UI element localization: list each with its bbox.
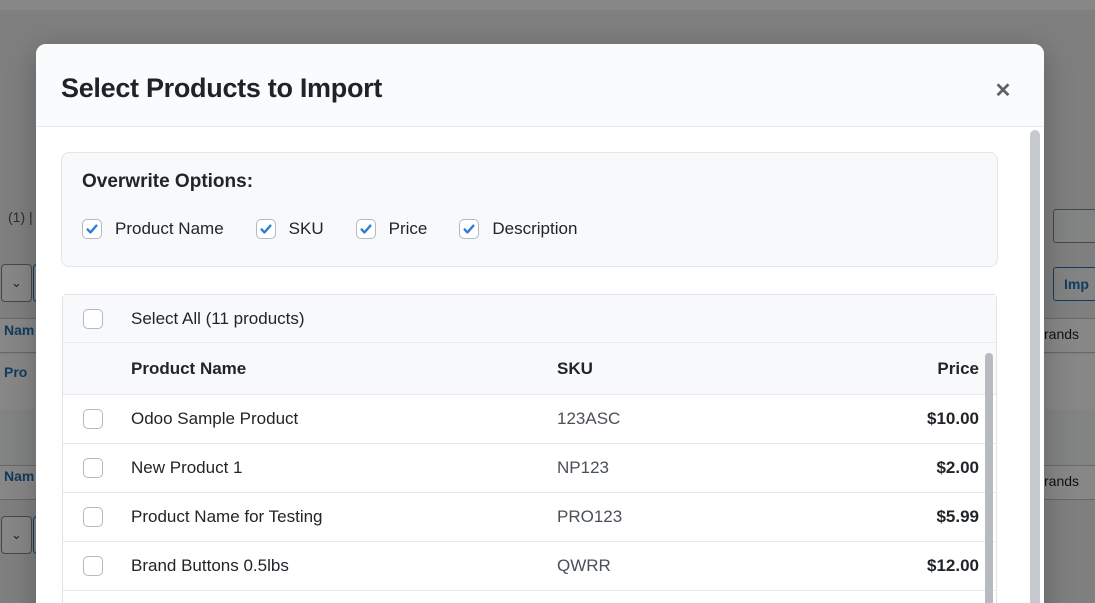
table-header-row: Product Name SKU Price: [63, 343, 996, 395]
product-name: Odoo Sample Product: [131, 409, 299, 428]
column-header-sku: SKU: [557, 358, 593, 378]
table-row: Product Name for Testing PRO123 $5.99: [63, 493, 996, 542]
option-label[interactable]: Product Name: [115, 219, 224, 239]
row-checkbox[interactable]: [83, 507, 103, 527]
overwrite-options-heading: Overwrite Options:: [82, 171, 254, 192]
product-sku: PRO123: [557, 507, 623, 526]
row-checkbox[interactable]: [83, 556, 103, 576]
select-all-row: Select All (11 products): [63, 295, 996, 343]
overwrite-option-description[interactable]: Description: [459, 219, 577, 239]
modal-body: Overwrite Options: Product Name SKU Pric…: [36, 127, 1044, 603]
checkbox-icon[interactable]: [82, 219, 102, 239]
table-row: [63, 591, 996, 603]
select-all-checkbox[interactable]: [83, 308, 103, 329]
select-products-modal: Select Products to Import ✕ Overwrite Op…: [36, 44, 1044, 603]
overwrite-option-price[interactable]: Price: [355, 219, 428, 239]
select-all-label[interactable]: Select All (11 products): [131, 309, 305, 329]
screen: (1) | Nam Pro Nam rands rands ⌄ ⌄ Imp Se…: [0, 0, 1095, 603]
product-sku: QWRR: [557, 556, 611, 575]
products-table: Select All (11 products) Product Name SK…: [62, 294, 997, 603]
option-label[interactable]: Price: [389, 219, 428, 239]
modal-header: Select Products to Import ✕: [36, 44, 1044, 127]
checkbox-icon[interactable]: [255, 219, 276, 239]
table-row: New Product 1 NP123 $2.00: [63, 444, 996, 493]
modal-scrollbar[interactable]: [1030, 130, 1040, 603]
close-icon[interactable]: ✕: [988, 76, 1018, 106]
table-row: Brand Buttons 0.5lbs QWRR $12.00: [63, 542, 996, 591]
product-name: Brand Buttons 0.5lbs: [131, 556, 289, 575]
product-name: Product Name for Testing: [131, 507, 323, 526]
overwrite-options-row: Product Name SKU Price Description: [82, 219, 977, 239]
checkbox-icon[interactable]: [355, 219, 376, 239]
overwrite-option-product-name[interactable]: Product Name: [82, 219, 224, 239]
table-scrollbar[interactable]: [985, 353, 993, 603]
product-sku: 123ASC: [557, 409, 621, 428]
row-checkbox[interactable]: [83, 458, 103, 478]
overwrite-options-box: Overwrite Options: Product Name SKU Pric…: [61, 152, 998, 267]
product-sku: NP123: [557, 458, 609, 477]
checkbox-icon[interactable]: [459, 219, 480, 239]
column-header-product-name: Product Name: [131, 358, 247, 378]
row-checkbox[interactable]: [83, 409, 103, 429]
overwrite-option-sku[interactable]: SKU: [255, 219, 324, 239]
table-row: Odoo Sample Product 123ASC $10.00: [63, 395, 996, 444]
option-label[interactable]: SKU: [289, 219, 324, 239]
modal-title: Select Products to Import: [61, 72, 383, 103]
product-name: New Product 1: [131, 458, 243, 477]
option-label[interactable]: Description: [492, 219, 577, 239]
